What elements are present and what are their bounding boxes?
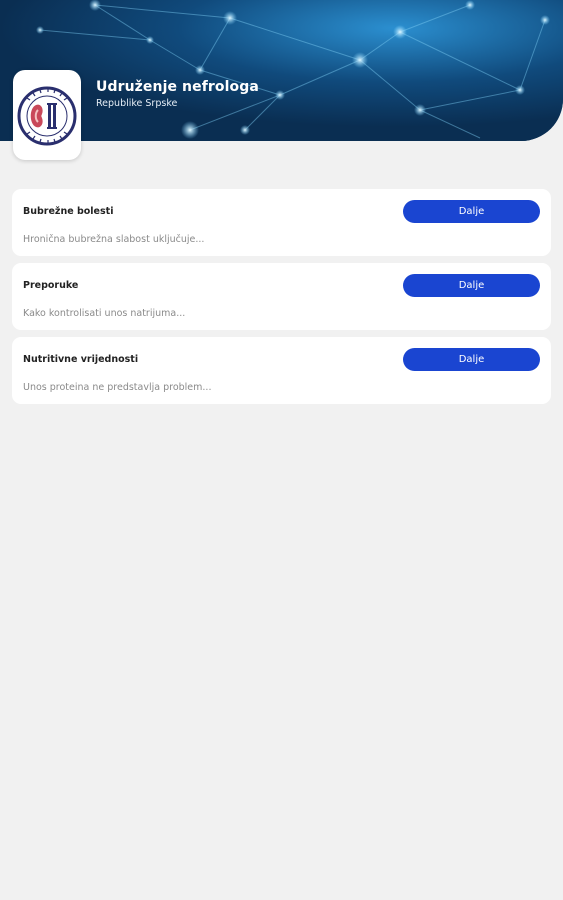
card-description: Unos proteina ne predstavlja problem... (23, 382, 212, 393)
next-button[interactable]: Dalje (403, 200, 540, 223)
header (0, 0, 563, 141)
next-button[interactable]: Dalje (403, 274, 540, 297)
card-preporuke: Preporuke Kako kontrolisati unos natriju… (12, 263, 551, 330)
card-title: Bubrežne bolesti (23, 206, 114, 217)
app-title: Udruženje nefrologa (96, 79, 259, 95)
network-background-icon (0, 0, 563, 141)
card-description: Hronična bubrežna slabost uključuje... (23, 234, 205, 245)
app-subtitle: Republike Srpske (96, 98, 178, 109)
kidney-logo-icon (17, 86, 77, 146)
card-title: Nutritivne vrijednosti (23, 354, 139, 365)
card-description: Kako kontrolisati unos natrijuma... (23, 308, 186, 319)
association-logo (13, 70, 81, 160)
card-bubrezne-bolesti: Bubrežne bolesti Hronična bubrežna slabo… (12, 189, 551, 256)
card-nutritivne-vrijednosti: Nutritivne vrijednosti Unos proteina ne … (12, 337, 551, 404)
card-title: Preporuke (23, 280, 79, 291)
next-button[interactable]: Dalje (403, 348, 540, 371)
